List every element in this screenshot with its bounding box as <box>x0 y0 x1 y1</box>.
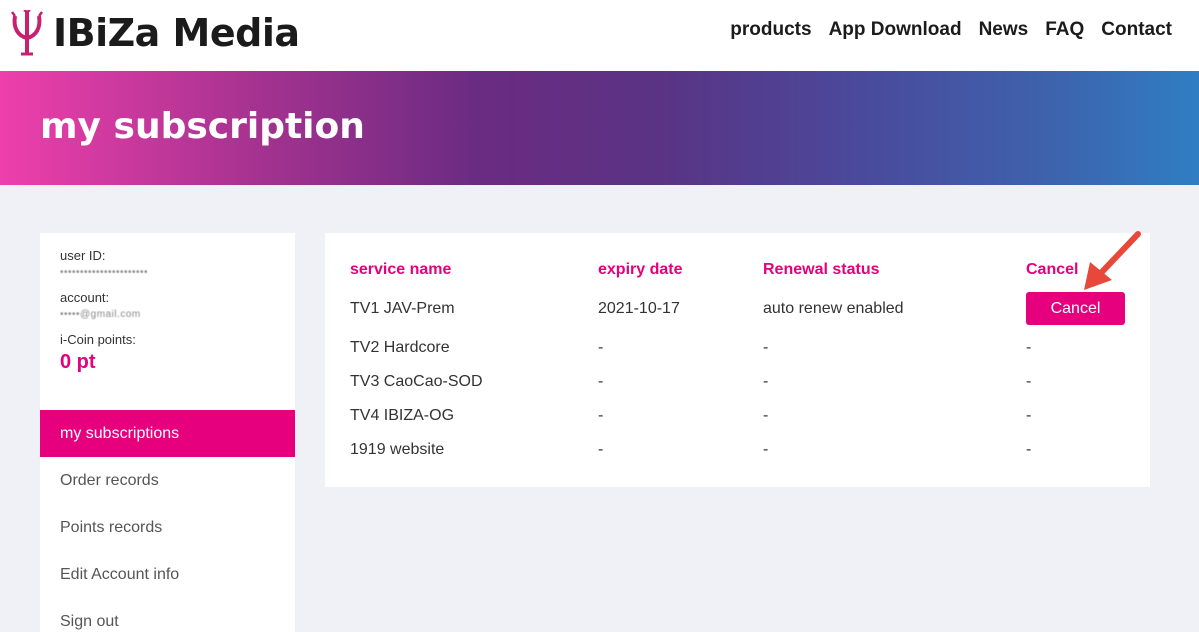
row2-renewal: - <box>763 339 769 356</box>
row5-renewal: - <box>763 441 769 458</box>
menu-edit-account-info[interactable]: Edit Account info <box>40 551 295 598</box>
nav-faq[interactable]: FAQ <box>1045 19 1084 41</box>
row2-cancel: - <box>1026 339 1032 356</box>
main-nav: products App Download News FAQ Contact <box>730 19 1172 41</box>
user-id-value: •••••••••••••••••••••• <box>60 267 149 278</box>
row5-service: 1919 website <box>350 441 445 458</box>
trident-icon <box>11 10 43 56</box>
row1-expiry: 2021-10-17 <box>598 300 680 317</box>
menu-my-subscriptions[interactable]: my subscriptions <box>40 410 295 457</box>
header-renewal-status: Renewal status <box>763 261 880 278</box>
row3-cancel: - <box>1026 373 1032 390</box>
menu-points-records[interactable]: Points records <box>40 504 295 551</box>
menu-order-records[interactable]: Order records <box>40 457 295 504</box>
user-id-label: user ID: <box>60 248 106 263</box>
header-cancel: Cancel <box>1026 261 1079 278</box>
nav-contact[interactable]: Contact <box>1101 19 1172 41</box>
top-bar: IBiZa Media products App Download News F… <box>0 0 1199 71</box>
row2-service: TV2 Hardcore <box>350 339 450 356</box>
menu-sign-out[interactable]: Sign out <box>40 598 295 632</box>
brand-logo[interactable]: IBiZa Media <box>10 10 300 56</box>
account-label: account: <box>60 290 110 305</box>
page-banner: my subscription <box>0 71 1199 185</box>
header-expiry-date: expiry date <box>598 261 683 278</box>
row1-service: TV1 JAV-Prem <box>350 300 455 317</box>
account-sidebar: user ID: •••••••••••••••••••••• account:… <box>40 233 295 632</box>
account-info: user ID: •••••••••••••••••••••• account:… <box>40 233 295 410</box>
nav-products[interactable]: products <box>730 19 811 41</box>
row3-expiry: - <box>598 373 604 390</box>
row4-expiry: - <box>598 407 604 424</box>
points-label: i-Coin points: <box>60 332 136 347</box>
row4-renewal: - <box>763 407 769 424</box>
row3-renewal: - <box>763 373 769 390</box>
page-title: my subscription <box>40 106 365 147</box>
header-service-name: service name <box>350 261 452 278</box>
row4-cancel: - <box>1026 407 1032 424</box>
nav-app-download[interactable]: App Download <box>829 19 962 41</box>
annotation-arrow-icon <box>1084 231 1141 290</box>
brand-name: IBiZa Media <box>53 11 300 55</box>
row5-cancel: - <box>1026 441 1032 458</box>
subscription-table: service name expiry date Renewal status … <box>325 233 1150 487</box>
row2-expiry: - <box>598 339 604 356</box>
row4-service: TV4 IBIZA-OG <box>350 407 455 424</box>
row5-expiry: - <box>598 441 604 458</box>
nav-news[interactable]: News <box>979 19 1029 41</box>
points-value: 0 pt <box>60 351 96 373</box>
row1-renewal: auto renew enabled <box>763 300 904 317</box>
row3-service: TV3 CaoCao-SOD <box>350 373 483 390</box>
account-value: •••••@gmail.com <box>60 309 141 320</box>
